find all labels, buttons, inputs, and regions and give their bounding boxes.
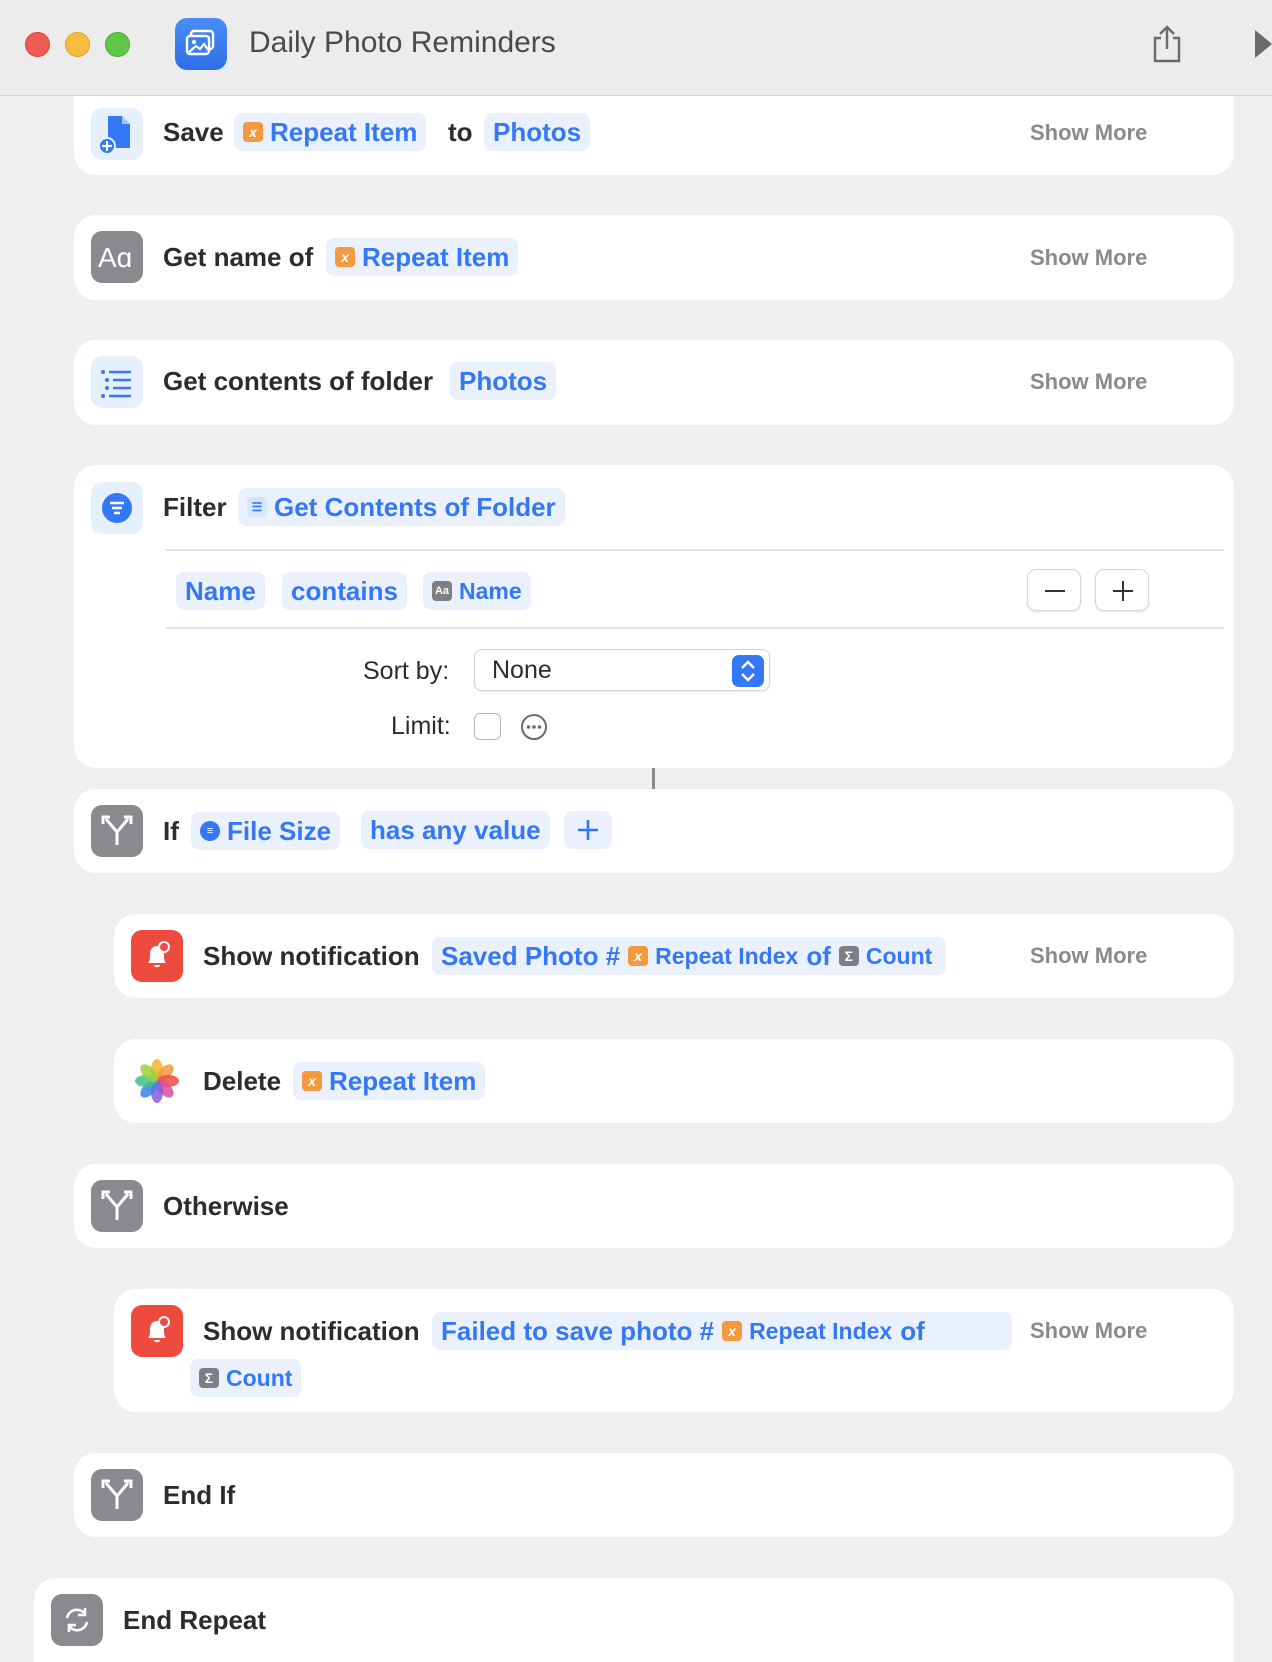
notification-success-card[interactable]: Show notification Saved Photo # x Repeat … <box>114 914 1234 998</box>
flow-connector <box>652 768 655 790</box>
notification-bell-icon <box>131 1305 183 1357</box>
limit-label: Limit: <box>391 712 451 740</box>
filter-action-card[interactable]: Filter ☰ Get Contents of Folder Name cont… <box>74 465 1234 768</box>
photos-album-token[interactable]: Photos <box>484 113 591 151</box>
chevron-up-down-icon <box>732 655 764 687</box>
save-action-card[interactable]: Save x Repeat Item to Photos Show More <box>74 96 1234 175</box>
run-icon[interactable] <box>1255 30 1272 63</box>
notification-fail-card[interactable]: Show notification Failed to save photo #… <box>114 1289 1234 1412</box>
delete-action-card[interactable]: Delete x Repeat Item <box>114 1039 1234 1123</box>
end-if-label: End If <box>163 1480 236 1510</box>
minimize-window-button[interactable] <box>65 32 90 57</box>
repeat-item-token[interactable]: x Repeat Item <box>293 1062 486 1100</box>
filter-operator-token[interactable]: contains <box>282 572 407 610</box>
file-size-token[interactable]: ≡ File Size <box>191 812 341 850</box>
remove-condition-button[interactable] <box>1027 569 1081 611</box>
sort-by-select[interactable]: None <box>474 649 770 691</box>
zoom-window-button[interactable] <box>105 32 130 57</box>
repeat-icon <box>51 1594 103 1646</box>
if-action-card[interactable]: If ≡ File Size has any value <box>74 789 1234 873</box>
show-more-button[interactable]: Show More <box>1030 120 1147 146</box>
filter-divider-top <box>166 549 1224 551</box>
otherwise-label: Otherwise <box>163 1191 289 1221</box>
show-more-button[interactable]: Show More <box>1030 1318 1147 1344</box>
end-repeat-action-card[interactable]: End Repeat <box>34 1578 1234 1662</box>
list-icon <box>91 356 143 408</box>
sum-icon: Σ <box>199 1368 219 1388</box>
filter-value-token[interactable]: Aa Name <box>423 572 531 610</box>
condition-token[interactable]: has any value <box>361 811 550 849</box>
otherwise-action-card[interactable]: Otherwise <box>74 1164 1234 1248</box>
notification-text-token[interactable]: Failed to save photo # x Repeat Index of <box>432 1312 1012 1350</box>
filter-icon: ≡ <box>200 821 220 841</box>
window-title: Daily Photo Reminders <box>249 26 556 59</box>
end-if-action-card[interactable]: End If <box>74 1453 1234 1537</box>
close-window-button[interactable] <box>25 32 50 57</box>
shortcuts-app-icon <box>175 18 227 70</box>
sort-by-label: Sort by: <box>363 657 450 685</box>
count-token[interactable]: Σ Count <box>190 1359 302 1397</box>
repeat-item-token[interactable]: x Repeat Item <box>234 113 427 151</box>
if-label: If <box>163 816 179 846</box>
get-contents-label: Get contents of folder <box>163 366 434 396</box>
end-repeat-label: End Repeat <box>123 1605 267 1635</box>
branch-icon <box>91 1180 143 1232</box>
show-more-button[interactable]: Show More <box>1030 245 1147 271</box>
get-name-action-card[interactable]: Aɑ Get name of x Repeat Item Show More <box>74 215 1234 300</box>
sort-by-value: None <box>492 656 552 684</box>
title-bar: Daily Photo Reminders <box>0 0 1272 96</box>
to-label: to <box>448 117 473 147</box>
show-more-button[interactable]: Show More <box>1030 943 1147 969</box>
save-file-icon <box>91 108 143 160</box>
ellipsis-circle-icon[interactable] <box>520 713 548 746</box>
text-aa-icon: Aa <box>432 581 452 601</box>
notification-bell-icon <box>131 930 183 982</box>
variable-icon: x <box>335 247 355 267</box>
filter-icon <box>91 482 143 534</box>
filter-label: Filter <box>163 492 227 522</box>
get-name-label: Get name of <box>163 242 314 272</box>
filter-field-token[interactable]: Name <box>176 572 265 610</box>
add-condition-plus-icon[interactable] <box>564 811 612 849</box>
variable-icon: x <box>722 1321 743 1341</box>
repeat-item-token[interactable]: x Repeat Item <box>326 238 519 276</box>
limit-checkbox[interactable] <box>474 713 501 740</box>
photos-folder-token[interactable]: Photos <box>450 362 557 400</box>
add-condition-button[interactable] <box>1095 569 1149 611</box>
text-aa-icon: Aɑ <box>91 231 143 283</box>
delete-label: Delete <box>203 1066 282 1096</box>
list-icon: ☰ <box>247 497 267 517</box>
get-contents-action-card[interactable]: Get contents of folder Photos Show More <box>74 340 1234 425</box>
variable-icon: x <box>302 1071 322 1091</box>
get-contents-of-folder-token[interactable]: ☰ Get Contents of Folder <box>238 488 565 526</box>
notification-text-token[interactable]: Saved Photo # x Repeat Index of Σ Count <box>432 937 947 975</box>
variable-icon: x <box>243 122 263 142</box>
save-label: Save <box>163 117 224 147</box>
branch-icon <box>91 1469 143 1521</box>
filter-divider-bottom <box>166 627 1224 629</box>
photos-flower-icon <box>131 1055 183 1107</box>
show-notification-label: Show notification <box>203 941 420 971</box>
show-notification-label: Show notification <box>203 1316 420 1346</box>
sum-icon: Σ <box>838 946 859 966</box>
show-more-button[interactable]: Show More <box>1030 369 1147 395</box>
share-icon[interactable] <box>1150 24 1184 69</box>
variable-icon: x <box>628 946 649 966</box>
svg-text:Aɑ: Aɑ <box>98 242 132 273</box>
branch-icon <box>91 805 143 857</box>
